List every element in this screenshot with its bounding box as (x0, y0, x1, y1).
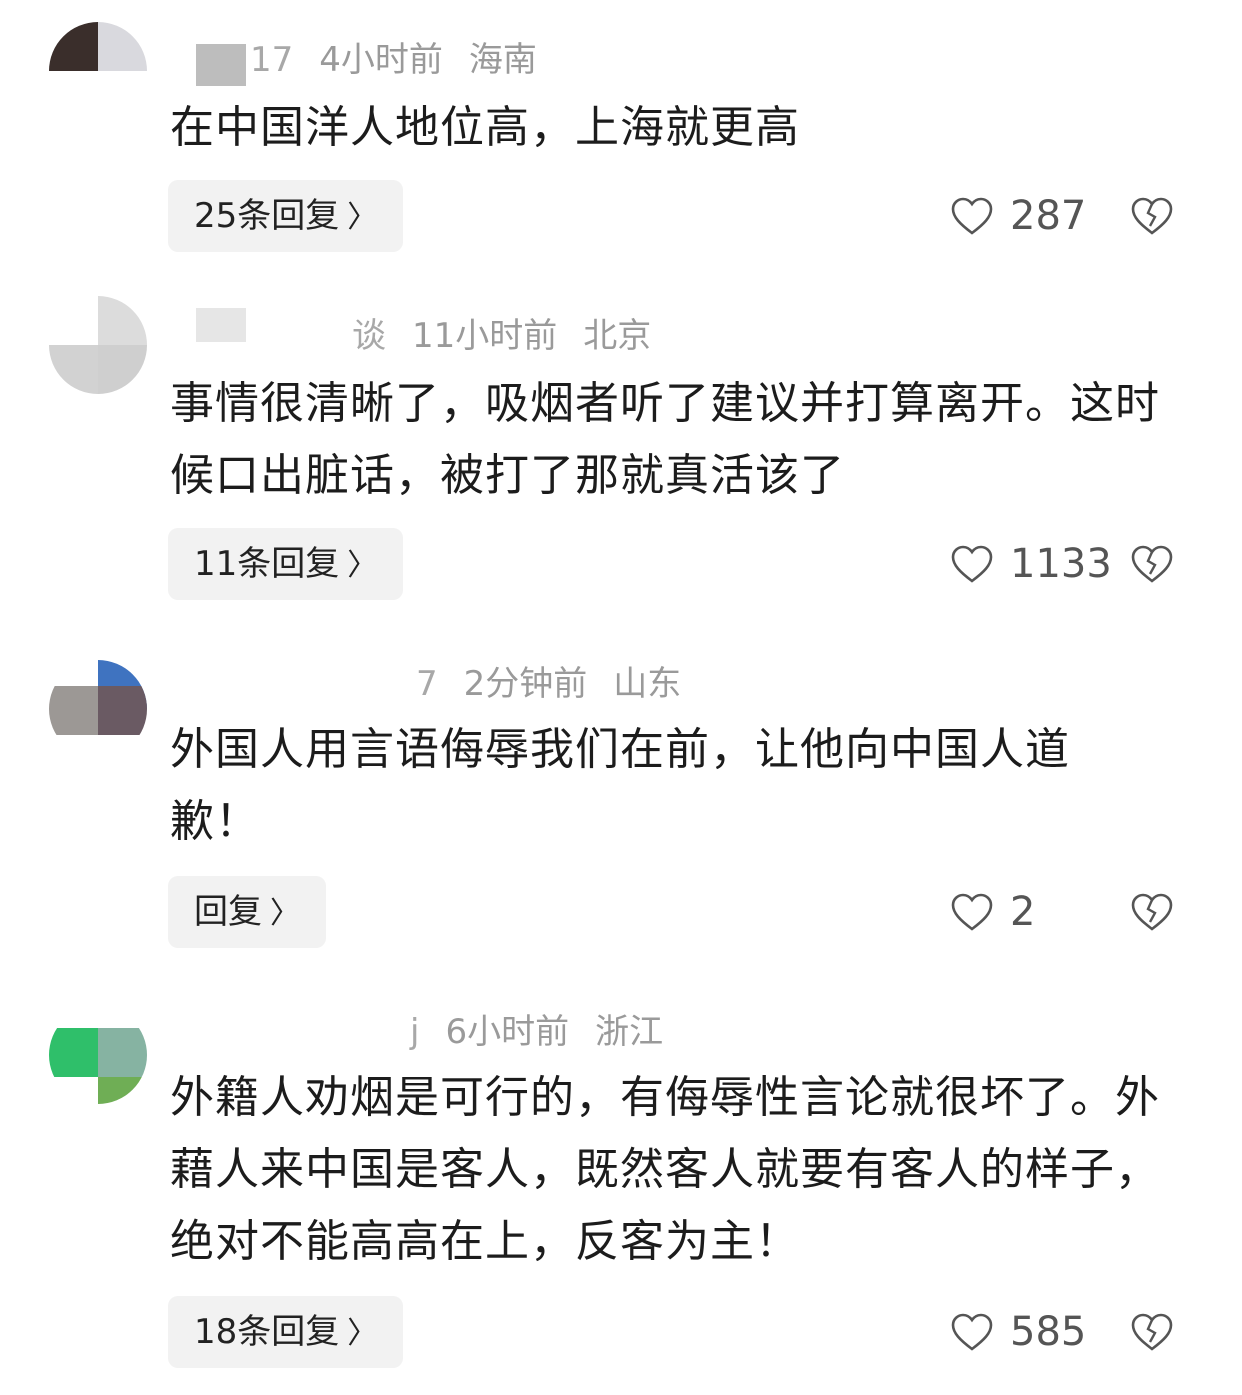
view-replies-button[interactable]: 25条回复〉 (168, 180, 404, 252)
chevron-right-icon: 〉 (270, 896, 300, 931)
avatar[interactable] (49, 22, 147, 120)
timestamp: 11小时前 (412, 316, 558, 356)
like-count: 585 (1010, 1309, 1087, 1355)
like-button[interactable]: 585 (950, 1302, 1086, 1362)
timestamp: 2分钟前 (463, 664, 588, 704)
like-button[interactable]: 287 (950, 186, 1086, 246)
chevron-right-icon: 〉 (347, 200, 378, 235)
username[interactable]: 17 (250, 40, 293, 80)
view-replies-button[interactable]: 回复〉 (168, 876, 326, 948)
location: 浙江 (595, 1012, 664, 1052)
like-count: 2 (1010, 889, 1036, 935)
username-mosaic (196, 44, 246, 86)
avatar[interactable] (49, 296, 147, 394)
comment-text: 外籍人劝烟是可行的，有侮辱性言论就很坏了。外藉人来中国是客人，既然客人就要有客人… (170, 1072, 1160, 1267)
comment-text: 外国人用言语侮辱我们在前，让他向中国人道歉！ (170, 724, 1070, 847)
heart-outline-icon (951, 545, 993, 583)
broken-heart-icon[interactable] (1130, 890, 1174, 934)
location: 山东 (613, 664, 682, 704)
reply-label: 18条回复 (194, 1312, 340, 1352)
view-replies-button[interactable]: 18条回复〉 (168, 1296, 404, 1368)
username[interactable]: 7 (416, 664, 438, 704)
comment-meta: 谈 11小时前 北京 (352, 314, 677, 358)
reply-label: 25条回复 (194, 196, 340, 236)
like-button[interactable]: 2 (950, 882, 1035, 942)
like-button[interactable]: 1133 (950, 534, 1112, 594)
chevron-right-icon: 〉 (347, 1316, 378, 1351)
location: 北京 (583, 316, 652, 356)
username[interactable]: j (410, 1012, 419, 1052)
comment-meta: j 6小时前 浙江 (410, 1010, 689, 1054)
broken-heart-icon[interactable] (1130, 542, 1174, 586)
heart-outline-icon (951, 197, 993, 235)
username[interactable]: 谈 (352, 316, 386, 356)
comment-meta: 17 4小时前 海南 (250, 38, 563, 82)
view-replies-button[interactable]: 11条回复〉 (168, 528, 404, 600)
like-count: 1133 (1010, 541, 1112, 587)
broken-heart-icon[interactable] (1130, 1310, 1174, 1354)
reply-label: 11条回复 (194, 544, 340, 584)
comment-text: 在中国洋人地位高，上海就更高 (170, 102, 800, 153)
comment-meta: 7 2分钟前 山东 (416, 662, 707, 706)
timestamp: 4小时前 (319, 40, 443, 80)
avatar[interactable] (49, 1006, 147, 1104)
broken-heart-icon[interactable] (1130, 194, 1174, 238)
username-mosaic (196, 308, 246, 342)
timestamp: 6小时前 (445, 1012, 570, 1052)
location: 海南 (468, 40, 537, 80)
chevron-right-icon: 〉 (347, 548, 378, 583)
like-count: 287 (1010, 193, 1087, 239)
heart-outline-icon (951, 1313, 993, 1351)
avatar[interactable] (49, 660, 147, 758)
heart-outline-icon (951, 893, 993, 931)
reply-label: 回复 (194, 892, 262, 932)
comment-text: 事情很清晰了，吸烟者听了建议并打算离开。这时候口出脏话，被打了那就真活该了 (170, 378, 1160, 501)
